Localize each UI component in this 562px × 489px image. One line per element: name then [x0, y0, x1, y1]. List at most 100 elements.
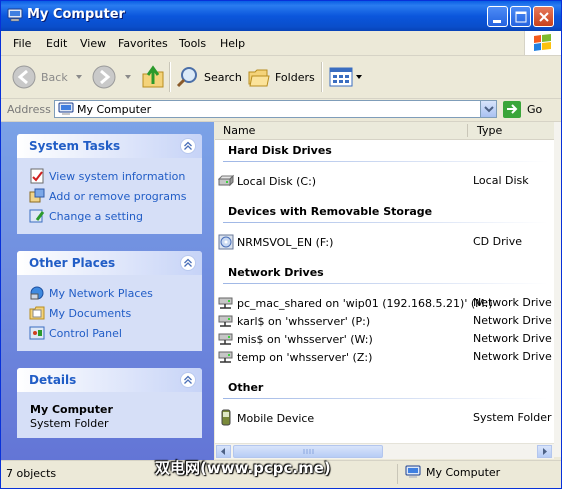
place-my-network-places[interactable]: My Network Places	[17, 283, 202, 303]
title-bar[interactable]: My Computer	[1, 1, 561, 31]
control-panel-setting-icon	[29, 209, 45, 223]
details-header[interactable]: Details	[17, 368, 202, 392]
details-type: System Folder	[30, 417, 109, 430]
details-panel: Details My Computer System Folder	[17, 368, 202, 438]
mobile-device-icon	[221, 409, 231, 426]
address-dropdown-button[interactable]	[480, 101, 496, 117]
column-divider[interactable]	[467, 124, 468, 137]
views-icon	[329, 67, 353, 87]
network-places-icon	[30, 286, 44, 300]
place-my-documents[interactable]: My Documents	[17, 303, 202, 323]
menu-favorites[interactable]: Favorites	[118, 37, 168, 50]
menu-tools[interactable]: Tools	[179, 37, 206, 50]
search-button[interactable]: Search	[176, 64, 242, 90]
minimize-icon	[493, 20, 501, 23]
search-icon	[176, 67, 197, 88]
maximize-button[interactable]	[510, 6, 531, 27]
menu-file[interactable]: File	[13, 37, 31, 50]
up-folder-icon	[142, 65, 164, 88]
panel-title: System Tasks	[29, 139, 121, 153]
back-arrow-icon	[12, 65, 36, 89]
address-input[interactable]: My Computer	[54, 100, 497, 118]
toolbar-separator	[169, 62, 171, 92]
menu-bar: File Edit View Favorites Tools Help	[1, 31, 561, 56]
address-value: My Computer	[77, 103, 152, 116]
group-other: Other	[228, 381, 264, 394]
scroll-right-button[interactable]	[537, 445, 552, 458]
close-button[interactable]	[533, 6, 554, 27]
go-arrow-icon	[503, 101, 521, 118]
details-name: My Computer	[30, 403, 113, 416]
network-drive-icon	[218, 315, 233, 327]
group-divider	[223, 398, 548, 399]
network-drive-icon	[218, 333, 233, 345]
window-title: My Computer	[27, 7, 125, 22]
watermark-text: 双电网(www.pcpc.me)	[155, 459, 331, 477]
list-item[interactable]: NRMSVOL_EN (F:) CD Drive	[218, 234, 554, 250]
column-name[interactable]: Name	[223, 124, 255, 137]
collapse-chevron-icon[interactable]	[180, 255, 196, 271]
status-object-count: 7 objects	[6, 467, 57, 480]
menu-view[interactable]: View	[80, 37, 106, 50]
network-drive-icon	[218, 297, 233, 309]
chevron-down-icon	[125, 75, 131, 79]
menu-help[interactable]: Help	[220, 37, 245, 50]
grip-icon	[303, 449, 314, 454]
forward-arrow-icon	[92, 65, 116, 89]
back-button[interactable]: Back	[11, 64, 84, 90]
computer-icon	[405, 465, 421, 478]
file-list-pane: Name Type Hard Disk Drives Local Disk (C…	[215, 122, 554, 457]
collapse-chevron-icon[interactable]	[180, 138, 196, 154]
toolbar: Back Search Folders	[1, 56, 561, 99]
minimize-button[interactable]	[487, 6, 508, 27]
chevron-down-icon	[484, 106, 494, 113]
system-tasks-header[interactable]: System Tasks	[17, 134, 202, 158]
task-change-setting[interactable]: Change a setting	[17, 206, 202, 226]
back-label: Back	[41, 70, 68, 84]
task-add-remove-programs[interactable]: Add or remove programs	[17, 186, 202, 206]
add-remove-programs-icon	[29, 188, 45, 203]
list-item[interactable]: temp on 'whsserver' (Z:) Network Drive	[218, 349, 554, 365]
explorer-window: My Computer File Edit View Favorites Too…	[0, 0, 562, 489]
my-documents-icon	[29, 306, 45, 320]
list-item[interactable]: Mobile Device System Folder	[218, 409, 554, 426]
list-item[interactable]: pc_mac_shared on 'wip01 (192.168.5.21)' …	[218, 295, 554, 311]
group-divider	[223, 161, 548, 162]
group-hard-disk-drives: Hard Disk Drives	[228, 144, 332, 157]
go-button[interactable]: Go	[503, 101, 542, 118]
group-removable-storage: Devices with Removable Storage	[228, 205, 433, 218]
close-icon	[539, 12, 549, 22]
toolbar-separator	[321, 62, 323, 92]
chevron-down-icon	[356, 75, 362, 79]
chevron-right-icon	[543, 448, 547, 455]
list-item[interactable]: Local Disk (C:) Local Disk	[218, 173, 554, 189]
views-button[interactable]	[329, 64, 363, 90]
other-places-header[interactable]: Other Places	[17, 251, 202, 275]
system-tasks-panel: System Tasks View system information Add…	[17, 134, 202, 234]
task-pane: System Tasks View system information Add…	[1, 122, 214, 461]
task-view-system-info[interactable]: View system information	[17, 166, 202, 186]
network-drive-icon	[218, 351, 233, 363]
windows-flag-icon	[534, 34, 551, 51]
list-item[interactable]: karl$ on 'whsserver' (P:) Network Drive	[218, 313, 554, 329]
computer-icon	[7, 8, 23, 22]
vertical-scrollbar[interactable]	[554, 122, 561, 457]
search-label: Search	[204, 70, 242, 84]
status-divider	[397, 464, 398, 484]
up-folder-button[interactable]	[141, 64, 165, 90]
folders-button[interactable]: Folders	[247, 64, 315, 90]
computer-icon	[58, 102, 74, 115]
panel-title: Details	[29, 373, 77, 387]
collapse-chevron-icon[interactable]	[180, 372, 196, 388]
maximize-icon	[515, 11, 527, 23]
place-control-panel[interactable]: Control Panel	[17, 323, 202, 343]
group-network-drives: Network Drives	[228, 266, 324, 279]
forward-button[interactable]	[91, 64, 133, 90]
address-label: Address	[7, 103, 51, 116]
menu-edit[interactable]: Edit	[46, 37, 67, 50]
list-item[interactable]: mis$ on 'whsserver' (W:) Network Drive	[218, 331, 554, 347]
panel-title: Other Places	[29, 256, 116, 270]
column-type[interactable]: Type	[477, 124, 502, 137]
status-location: My Computer	[405, 465, 500, 479]
control-panel-icon	[29, 326, 45, 340]
